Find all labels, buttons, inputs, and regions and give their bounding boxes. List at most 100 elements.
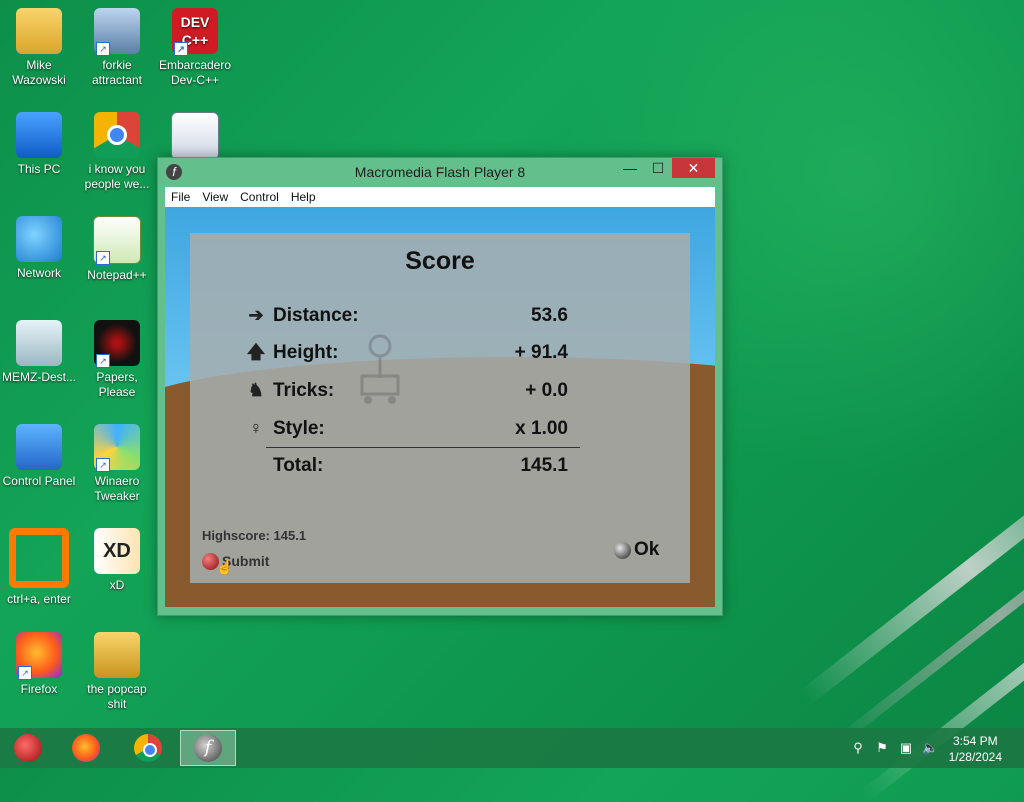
desktop-icon-devcpp[interactable]: DEV C++ ↗ Embarcadero Dev-C++: [156, 8, 234, 88]
folder-icon: [16, 8, 62, 54]
folder-icon: [94, 632, 140, 678]
desktop-icon-mike-wazowski[interactable]: Mike Wazowski: [0, 8, 78, 88]
clock-time: 3:54 PM: [952, 734, 998, 748]
orange-ring-icon: [9, 528, 69, 588]
desktop-icon-firefox[interactable]: ↗ Firefox: [0, 632, 78, 697]
flash-stage[interactable]: Score ➔ Distance: 53.6 🡅 Height: + 91.4 …: [165, 207, 715, 607]
desktop-icon-memz[interactable]: MEMZ-Dest...: [0, 320, 78, 385]
arrow-up-icon: 🡅: [246, 342, 266, 362]
menu-control[interactable]: Control: [234, 187, 285, 207]
desktop-icon-label: forkie attractant: [91, 58, 143, 87]
close-button[interactable]: ✕: [672, 158, 715, 178]
taskbar-firefox[interactable]: [58, 730, 114, 766]
webpage-icon: [171, 112, 219, 160]
hand-cursor-icon: ☝: [216, 559, 234, 575]
menu-help[interactable]: Help: [285, 187, 322, 207]
desktop-icon-label: ctrl+a, enter: [7, 592, 71, 606]
control-panel-icon: [16, 424, 62, 470]
ok-button-icon[interactable]: [614, 542, 631, 559]
desktop-icon-label: the popcap shit: [87, 682, 147, 711]
ok-button[interactable]: Ok: [634, 539, 659, 561]
score-row-total: Total: 145.1: [246, 453, 568, 479]
score-label: Total:: [273, 455, 324, 476]
desktop-icon-notepadpp[interactable]: ↗ Notepad++: [78, 216, 156, 283]
desktop-icon-forkie-attractant[interactable]: ↗ forkie attractant: [78, 8, 156, 88]
desktop-icon-label: Embarcadero Dev-C++: [158, 58, 232, 87]
xd-icon: XD: [94, 528, 140, 574]
highscore-text: Highscore: 145.1: [202, 528, 307, 543]
style-icon: ♀: [249, 418, 263, 438]
start-ornament-icon: [14, 734, 42, 762]
score-value: 53.6: [531, 305, 568, 326]
recycle-bin-icon: [16, 320, 62, 366]
score-value: x 1.00: [515, 418, 568, 439]
papers-please-icon: ↗: [94, 320, 140, 368]
desktop-icon-label: Notepad++: [87, 268, 147, 282]
menu-bar: File View Control Help: [165, 187, 715, 207]
firefox-icon: ↗: [16, 632, 62, 680]
desktop-icon-network[interactable]: Network: [0, 216, 78, 281]
shortcut-arrow-icon: ↗: [174, 42, 188, 56]
network-tray-icon[interactable]: ▣: [898, 740, 914, 756]
desktop-icon-popcap-folder[interactable]: the popcap shit: [78, 632, 156, 712]
desktop-icon-this-pc[interactable]: This PC: [0, 112, 78, 177]
desktop-icon-winaero[interactable]: ↗ Winaero Tweaker: [78, 424, 156, 504]
desktop-icon-label: Winaero Tweaker: [94, 474, 140, 503]
desktop-icon-label: Network: [16, 266, 61, 280]
xd-icon-text: XD: [103, 540, 131, 562]
desktop-icon-label: i know you people we...: [84, 162, 150, 191]
clock[interactable]: 3:54 PM 1/28/2024: [949, 733, 1002, 765]
score-label: Style:: [273, 418, 325, 439]
arrow-right-icon: ➔: [248, 305, 264, 325]
start-button[interactable]: [0, 730, 56, 766]
score-row-style: ♀ Style: x 1.00: [246, 416, 568, 442]
shortcut-arrow-icon: ↗: [96, 42, 110, 56]
desktop-icon-ctrl-a-enter[interactable]: ctrl+a, enter: [0, 528, 78, 607]
total-divider: [266, 447, 580, 448]
menu-view[interactable]: View: [196, 187, 234, 207]
score-row-height: 🡅 Height: + 91.4: [246, 340, 568, 366]
score-title: Score: [405, 247, 475, 275]
score-label: Height:: [273, 342, 339, 363]
computer-icon: [16, 112, 62, 158]
taskbar-chrome[interactable]: [120, 730, 176, 766]
shortcut-arrow-icon: ↗: [96, 251, 110, 265]
chrome-icon: [94, 112, 140, 158]
firefox-icon: [72, 734, 100, 762]
score-label: Tricks:: [273, 380, 335, 401]
flash-player-window: f Macromedia Flash Player 8 — ☐ ✕ File Vi…: [157, 157, 723, 616]
score-label: Distance:: [273, 305, 359, 326]
chrome-icon: [134, 734, 162, 762]
devcpp-icon: DEV C++ ↗: [172, 8, 218, 56]
flash-player-icon: f: [194, 734, 222, 762]
shortcut-arrow-icon: ↗: [96, 458, 110, 472]
wallpaper-streak: [798, 432, 1024, 706]
flag-icon[interactable]: ⚑: [874, 740, 890, 756]
notepadpp-icon: ↗: [93, 216, 141, 265]
desktop-icon-label: xD: [109, 578, 125, 592]
desktop-icon-label: Papers, Please: [96, 370, 138, 399]
maximize-button[interactable]: ☐: [644, 158, 672, 178]
minimize-button[interactable]: —: [616, 158, 644, 178]
taskbar: f ⚲ ⚑ ▣ 🔈 3:54 PM 1/28/2024: [0, 728, 1024, 768]
shortcut-arrow-icon: ↗: [18, 666, 32, 680]
desktop-icon-papers-please[interactable]: ↗ Papers, Please: [78, 320, 156, 400]
desktop-icon-label: Firefox: [20, 682, 58, 696]
taskbar-flash-player[interactable]: f: [180, 730, 236, 766]
desktop-icon-label: MEMZ-Dest...: [2, 370, 76, 384]
menu-file[interactable]: File: [165, 187, 196, 207]
desktop-icon-control-panel[interactable]: Control Panel: [0, 424, 78, 489]
window-titlebar[interactable]: f Macromedia Flash Player 8 — ☐ ✕: [158, 158, 722, 186]
wallpaper-streak: [831, 481, 1024, 749]
winaero-icon: ↗: [94, 424, 140, 472]
score-panel: Score ➔ Distance: 53.6 🡅 Height: + 91.4 …: [190, 233, 690, 583]
desktop-icon-label: This PC: [17, 162, 61, 176]
score-row-distance: ➔ Distance: 53.6: [246, 303, 568, 329]
desktop-icon-xd[interactable]: XD xD: [78, 528, 156, 593]
desktop-icon-chrome-shortcut[interactable]: i know you people we...: [78, 112, 156, 192]
score-value: 145.1: [520, 455, 568, 476]
volume-muted-icon[interactable]: 🔈: [922, 740, 938, 756]
search-icon[interactable]: ⚲: [850, 740, 866, 756]
tricks-icon: ♞: [247, 380, 265, 400]
score-value: + 0.0: [525, 380, 568, 401]
